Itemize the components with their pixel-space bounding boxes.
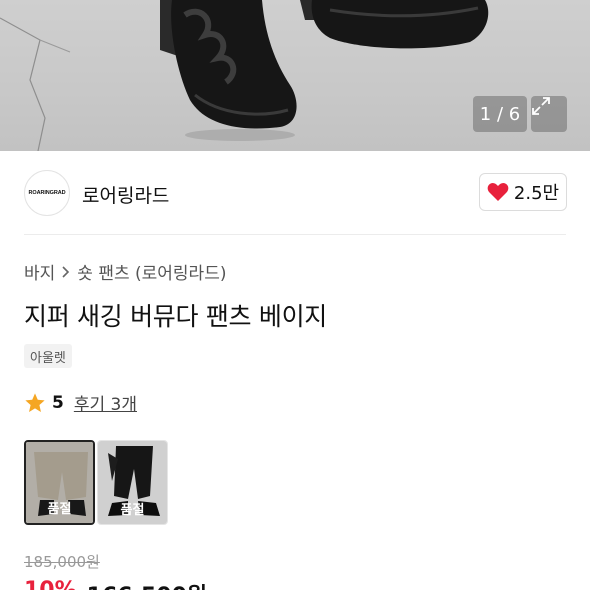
rating-row: 5 후기 3개 xyxy=(24,390,137,415)
like-button[interactable]: 2.5만 xyxy=(479,173,567,211)
discount-rate: 10% xyxy=(24,578,77,590)
rating-score: 5 xyxy=(52,392,64,413)
brand-row: ROARINGRAD 로어링라드 2.5만 xyxy=(0,151,590,235)
breadcrumb-item-category[interactable]: 바지 xyxy=(24,259,55,284)
option-thumbnail[interactable]: 품절 xyxy=(24,440,95,525)
review-count-link[interactable]: 후기 3개 xyxy=(74,390,137,415)
like-count: 2.5만 xyxy=(513,183,560,204)
brand-name[interactable]: 로어링라드 xyxy=(82,181,169,208)
sold-out-label: 품절 xyxy=(120,503,145,518)
product-image-gallery[interactable]: 1 / 6 xyxy=(0,0,590,151)
product-title: 지퍼 새깅 버뮤다 팬츠 베이지 xyxy=(24,302,327,331)
divider xyxy=(24,234,566,235)
chevron-right-icon xyxy=(62,265,70,278)
expand-image-button[interactable] xyxy=(531,96,567,132)
star-icon xyxy=(25,392,45,412)
outlet-tag: 아울렛 xyxy=(24,344,72,368)
sold-out-label: 품절 xyxy=(47,502,72,517)
heart-icon xyxy=(487,182,509,201)
final-price: 166,500원 xyxy=(87,578,207,590)
breadcrumb-item-subcategory[interactable]: 숏 팬츠 (로어링라드) xyxy=(77,259,226,284)
price-row: 10% 166,500원 xyxy=(24,578,207,590)
expand-arrows-icon xyxy=(532,97,550,115)
brand-logo-text: ROARINGRAD xyxy=(28,190,66,196)
image-counter: 1 / 6 xyxy=(473,96,527,132)
option-thumbnail[interactable]: 품절 xyxy=(97,440,168,525)
breadcrumb: 바지 숏 팬츠 (로어링라드) xyxy=(24,259,226,284)
original-price: 185,000원 xyxy=(24,553,100,571)
brand-logo[interactable]: ROARINGRAD xyxy=(24,170,70,216)
